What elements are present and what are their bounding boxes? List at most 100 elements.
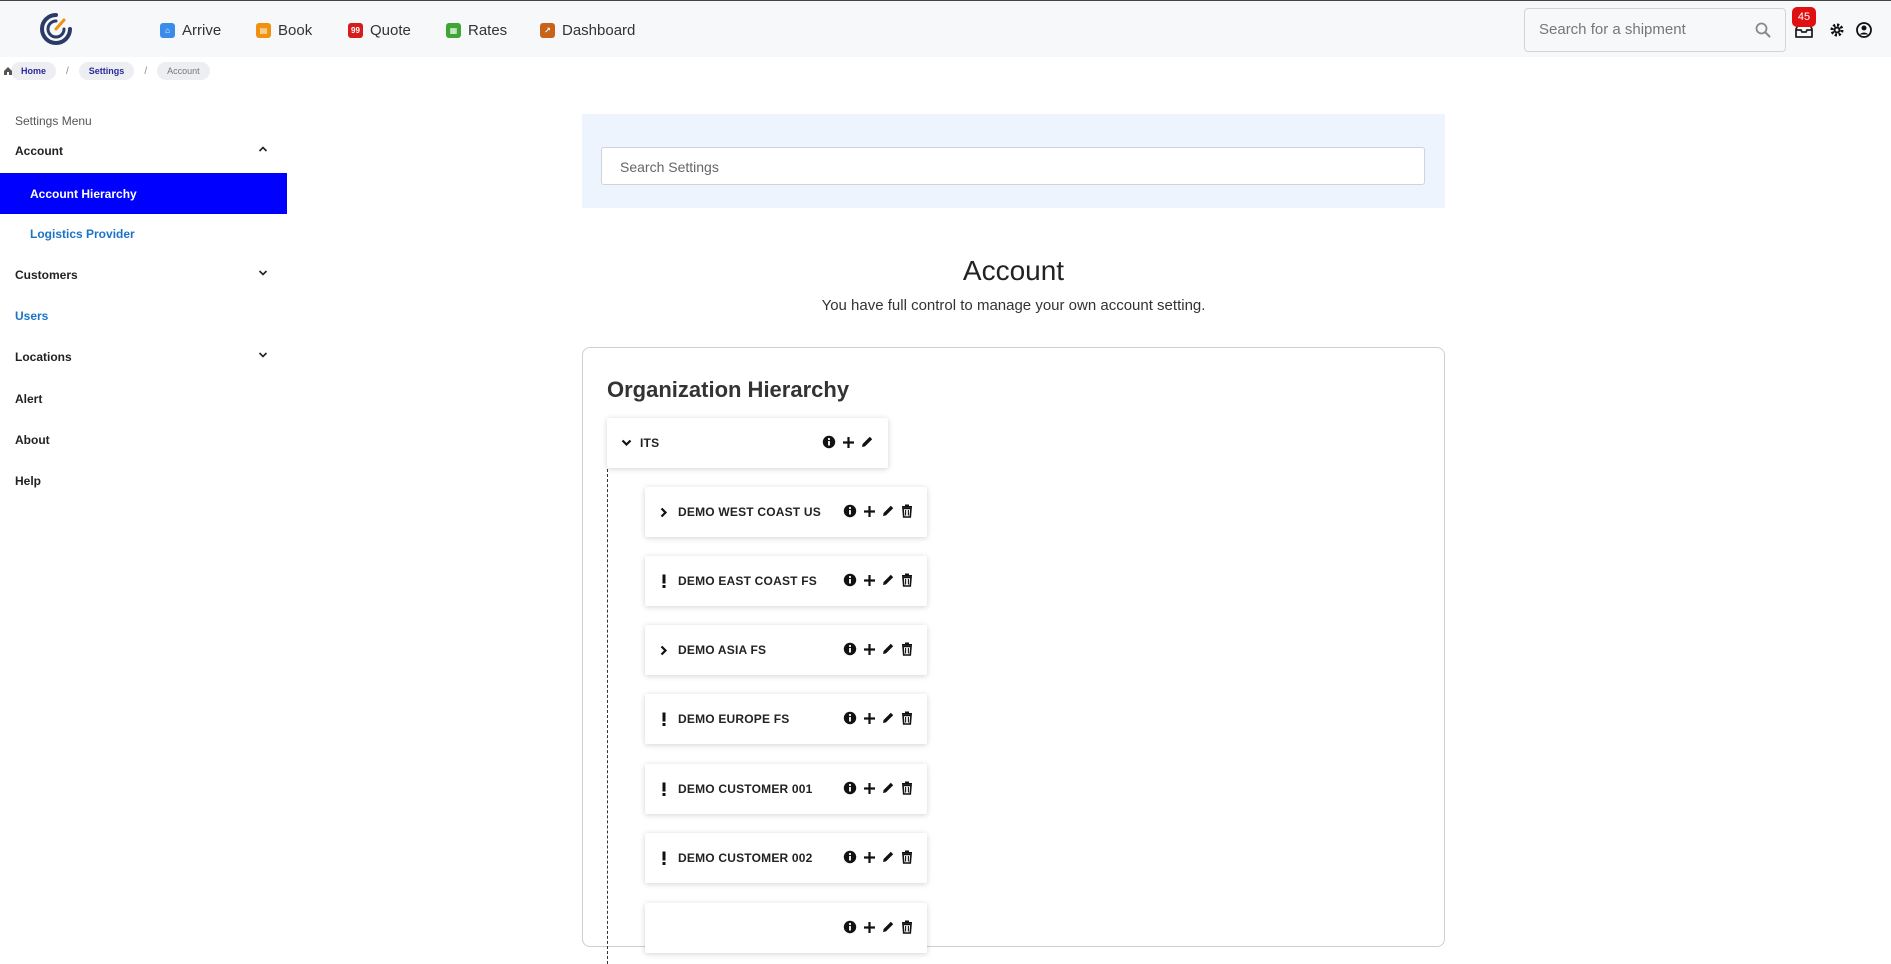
nav-quote[interactable]: 99 Quote (348, 19, 411, 41)
pencil-icon[interactable] (880, 849, 896, 865)
sidebar-item-label: Locations (15, 349, 72, 364)
chevron-down-icon (258, 352, 268, 358)
trash-icon[interactable] (899, 849, 915, 865)
plus-icon[interactable] (861, 572, 877, 588)
tree-node[interactable]: DEMO EAST COAST FS (645, 556, 927, 606)
settings-button[interactable] (1826, 19, 1848, 41)
search-icon[interactable] (1755, 22, 1771, 38)
breadcrumb-home[interactable]: Home (11, 62, 57, 80)
nav-book-label: Book (278, 21, 313, 39)
info-icon[interactable] (842, 780, 858, 796)
settings-search-field (601, 147, 1425, 185)
pencil-icon[interactable] (880, 572, 896, 588)
sidebar-item-customers[interactable]: Customers (0, 254, 287, 295)
sidebar-item-help[interactable]: Help (0, 460, 287, 501)
tree-node-label: DEMO CUSTOMER 001 (678, 782, 813, 796)
app-logo[interactable] (38, 11, 74, 47)
profile-button[interactable] (1853, 19, 1875, 41)
info-icon[interactable] (842, 641, 858, 657)
chevron-right-icon[interactable] (657, 504, 671, 520)
tree-node[interactable]: DEMO WEST COAST US (645, 487, 927, 537)
tree-node-label: DEMO EUROPE FS (678, 712, 790, 726)
node-actions (842, 572, 915, 588)
inbox-count-badge: 45 (1792, 7, 1816, 27)
nav-arrive[interactable]: ⌂ Arrive (160, 19, 221, 41)
plus-icon[interactable] (861, 503, 877, 519)
plus-icon[interactable] (861, 849, 877, 865)
nav-book[interactable]: ▤ Book (256, 19, 312, 41)
chevron-down-icon[interactable] (619, 435, 633, 451)
node-actions (842, 641, 915, 657)
tree-node-label: DEMO CUSTOMER 002 (678, 851, 813, 865)
sidebar-item-about[interactable]: About (0, 419, 287, 460)
tree-node-label: DEMO WEST COAST US (678, 505, 821, 519)
nav-dashboard-label: Dashboard (562, 21, 636, 39)
breadcrumb-separator: / (66, 65, 69, 77)
sidebar-item-account-hierarchy[interactable]: Account Hierarchy (0, 173, 287, 214)
pencil-icon[interactable] (880, 919, 896, 935)
sidebar-item-label: Help (15, 473, 42, 488)
settings-search-input[interactable] (620, 159, 1400, 175)
pencil-icon[interactable] (859, 434, 875, 450)
page-subtitle: You have full control to manage your own… (821, 297, 1206, 314)
plus-icon[interactable] (861, 710, 877, 726)
info-icon[interactable] (842, 503, 858, 519)
shipment-search (1524, 8, 1786, 52)
shipment-search-input[interactable] (1539, 21, 1739, 38)
breadcrumb-settings[interactable]: Settings (78, 62, 135, 80)
node-actions (821, 434, 875, 450)
breadcrumb: Home / Settings / Account (0, 61, 210, 81)
sidebar-title: Settings Menu (15, 114, 92, 128)
plus-icon[interactable] (861, 780, 877, 796)
dashboard-icon: ↗ (540, 22, 555, 38)
info-icon[interactable] (842, 849, 858, 865)
user-circle-icon (1856, 22, 1872, 38)
trash-icon[interactable] (899, 710, 915, 726)
chevron-right-icon[interactable] (657, 642, 671, 658)
plus-icon[interactable] (861, 919, 877, 935)
nav-rates-label: Rates (468, 21, 508, 39)
tree-node-root[interactable]: ITS (607, 418, 888, 468)
nav-rates[interactable]: ▦ Rates (446, 19, 507, 41)
plus-icon[interactable] (861, 641, 877, 657)
tree-node[interactable] (645, 903, 927, 953)
sidebar-item-alert[interactable]: Alert (0, 378, 287, 419)
info-icon[interactable] (842, 919, 858, 935)
tree-connector (607, 464, 608, 964)
info-icon[interactable] (842, 572, 858, 588)
node-actions (842, 503, 915, 519)
pencil-icon[interactable] (880, 710, 896, 726)
chevron-up-icon (258, 146, 268, 152)
trash-icon[interactable] (899, 503, 915, 519)
gear-icon (1830, 23, 1844, 37)
tree-node[interactable]: DEMO ASIA FS (645, 625, 927, 675)
sidebar-item-account[interactable]: Account (0, 130, 287, 171)
info-icon[interactable] (821, 434, 837, 450)
plus-icon[interactable] (840, 434, 856, 450)
sidebar-item-logistics-provider[interactable]: Logistics Provider (0, 213, 287, 254)
trash-icon[interactable] (899, 572, 915, 588)
nav-quote-label: Quote (370, 21, 411, 39)
pencil-icon[interactable] (880, 780, 896, 796)
sidebar-item-label: Alert (15, 391, 43, 406)
home-icon[interactable] (3, 66, 13, 76)
tree-node[interactable]: DEMO CUSTOMER 001 (645, 764, 927, 814)
exclamation-icon (657, 850, 671, 866)
trash-icon[interactable] (899, 641, 915, 657)
info-icon[interactable] (842, 710, 858, 726)
trash-icon[interactable] (899, 919, 915, 935)
tree-node[interactable]: DEMO CUSTOMER 002 (645, 833, 927, 883)
pencil-icon[interactable] (880, 641, 896, 657)
exclamation-icon (657, 781, 671, 797)
trash-icon[interactable] (899, 780, 915, 796)
node-actions (842, 710, 915, 726)
tree-node-label: DEMO EAST COAST FS (678, 574, 817, 588)
sidebar-item-users[interactable]: Users (0, 295, 287, 336)
pencil-icon[interactable] (880, 503, 896, 519)
breadcrumb-separator: / (144, 65, 148, 77)
nav-dashboard[interactable]: ↗ Dashboard (540, 19, 635, 41)
tree-node[interactable]: DEMO EUROPE FS (645, 694, 927, 744)
node-actions (842, 849, 915, 865)
tree-node-label: ITS (640, 436, 660, 450)
sidebar-item-locations[interactable]: Locations (0, 336, 287, 377)
